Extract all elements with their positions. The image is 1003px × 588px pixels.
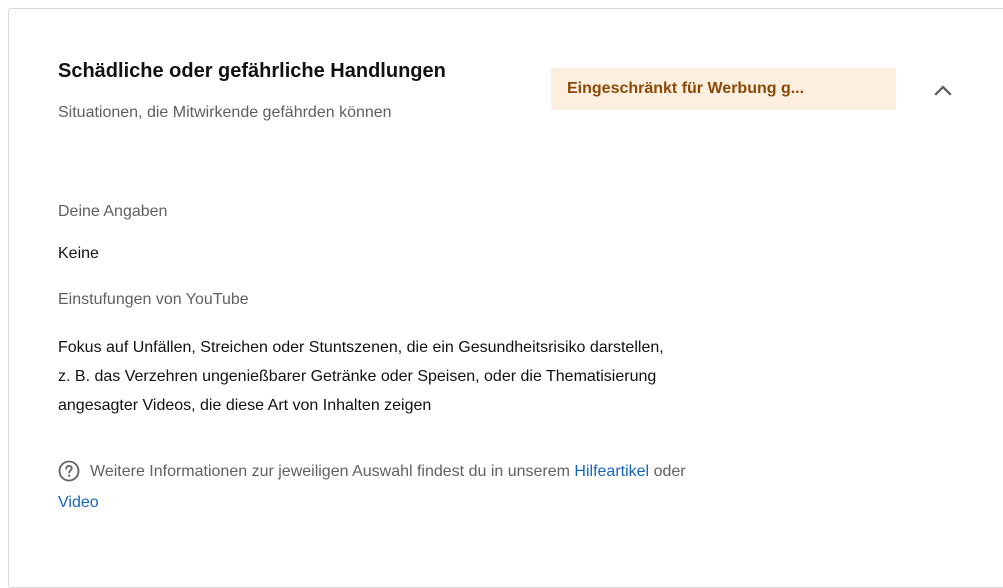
your-input-label: Deine Angaben: [58, 203, 168, 220]
description-line: z. B. das Verzehren ungenießbarer Geträn…: [58, 368, 657, 385]
video-link[interactable]: Video: [58, 494, 99, 511]
info-note: Weitere Informationen zur jeweiligen Aus…: [58, 456, 978, 518]
description-line: Fokus auf Unfällen, Streichen oder Stunt…: [58, 339, 664, 356]
youtube-rating-description: Fokus auf Unfällen, Streichen oder Stunt…: [58, 333, 928, 420]
info-connector: oder: [653, 463, 686, 480]
description-line: angesagter Videos, die diese Art von Inh…: [58, 397, 432, 414]
your-input-value: Keine: [58, 245, 99, 262]
info-text: Weitere Informationen zur jeweiligen Aus…: [90, 463, 570, 480]
help-circle-icon: [58, 460, 80, 482]
card-title: Schädliche oder gefährliche Handlungen: [58, 60, 446, 82]
collapse-button[interactable]: [928, 76, 958, 104]
status-badge: Eingeschränkt für Werbung g...: [551, 68, 896, 110]
card-subtitle: Situationen, die Mitwirkende gefährden k…: [58, 104, 392, 121]
chevron-up-icon: [934, 85, 952, 96]
help-article-link[interactable]: Hilfeartikel: [574, 463, 649, 480]
info-line: Weitere Informationen zur jeweiligen Aus…: [58, 456, 978, 487]
youtube-rating-label: Einstufungen von YouTube: [58, 291, 249, 308]
info-line: Video: [58, 487, 978, 518]
